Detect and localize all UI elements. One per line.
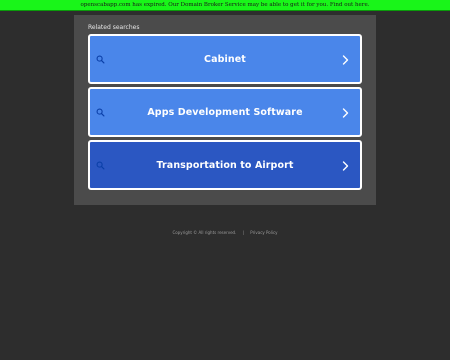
related-searches-panel: Related searches Cabinet Apps Developmen…	[74, 15, 376, 205]
search-result-transportation-to-airport[interactable]: Transportation to Airport	[88, 140, 362, 190]
footer-separator: |	[242, 230, 244, 235]
privacy-policy-link[interactable]: Privacy Policy	[250, 230, 277, 235]
banner-text[interactable]: openscabapp.com has expired. Our Domain …	[81, 2, 370, 8]
footer: Copyright © All rights reserved. | Priva…	[0, 230, 450, 236]
expired-domain-banner[interactable]: openscabapp.com has expired. Our Domain …	[0, 0, 450, 11]
chevron-right-icon	[342, 161, 349, 171]
result-label: Transportation to Airport	[156, 159, 294, 171]
panel-title: Related searches	[88, 24, 140, 31]
chevron-right-icon	[342, 108, 349, 118]
search-result-apps-development-software[interactable]: Apps Development Software	[88, 87, 362, 137]
chevron-right-icon	[342, 55, 349, 65]
result-label: Cabinet	[204, 53, 246, 65]
search-result-cabinet[interactable]: Cabinet	[88, 34, 362, 84]
copyright-text: Copyright © All rights reserved.	[172, 230, 237, 235]
result-label: Apps Development Software	[147, 106, 303, 118]
